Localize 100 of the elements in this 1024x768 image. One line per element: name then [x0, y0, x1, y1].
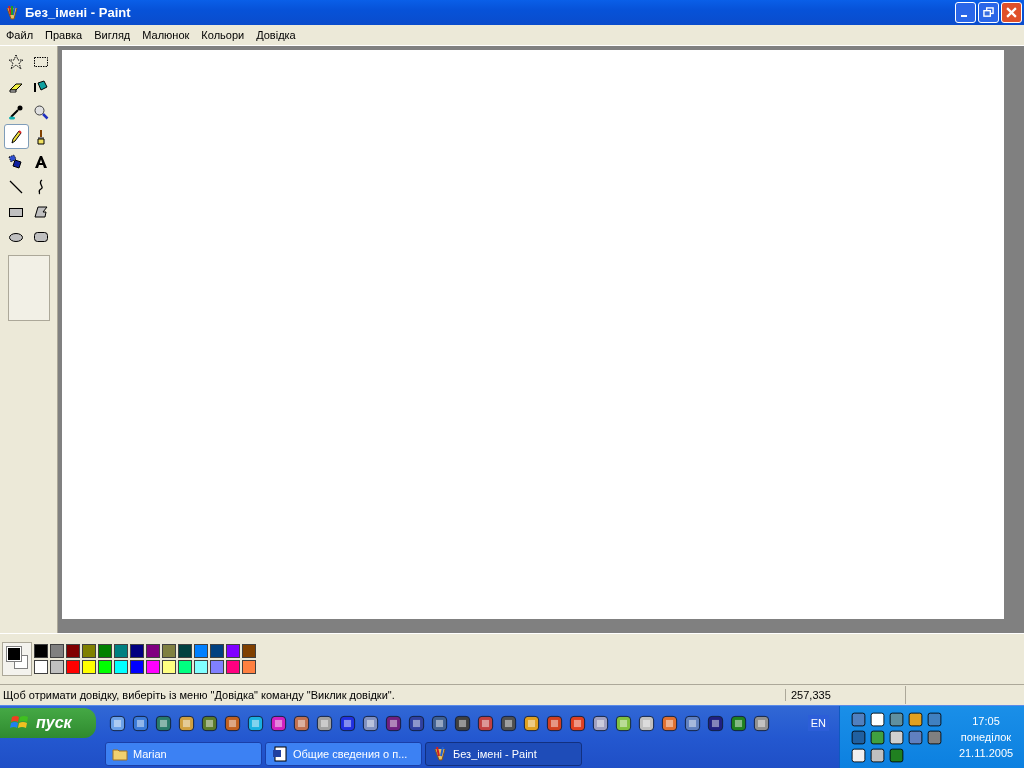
pencil-icon — [8, 128, 24, 145]
app-launcher-icon[interactable] — [154, 713, 173, 733]
app-launcher-icon[interactable] — [591, 713, 610, 733]
diagonal-line-icon — [8, 178, 24, 195]
clock-date: 21.11.2005 — [958, 747, 1014, 759]
app-launcher-icon[interactable] — [430, 713, 449, 733]
app-launcher-icon[interactable] — [453, 713, 472, 733]
tray-icon[interactable] — [869, 710, 886, 728]
app-launcher-icon[interactable] — [315, 713, 334, 733]
language-indicator[interactable]: EN — [807, 715, 829, 731]
app-launcher-icon[interactable] — [223, 713, 242, 733]
palette-color-swatch[interactable] — [114, 644, 128, 658]
palette-color-swatch[interactable] — [130, 644, 144, 658]
paint-bucket-icon — [33, 78, 49, 95]
foreground-color-swatch[interactable] — [7, 647, 21, 661]
dashed-star-icon — [8, 53, 24, 70]
menu-item[interactable]: Малюнок — [136, 29, 196, 41]
close-icon — [1006, 7, 1017, 18]
palette-color-swatch[interactable] — [226, 644, 240, 658]
close-button[interactable] — [1001, 2, 1022, 23]
app-launcher-icon[interactable] — [407, 713, 426, 733]
pencil-tool-button[interactable] — [3, 124, 29, 149]
clock-day: понеділок — [960, 731, 1012, 743]
start-button[interactable]: пуск — [0, 708, 96, 738]
menu-item[interactable]: Довідка — [250, 29, 302, 41]
palette-color-swatch[interactable] — [130, 660, 144, 674]
app-launcher-icon[interactable] — [131, 713, 150, 733]
app-launcher-icon[interactable] — [637, 713, 656, 733]
restore-button[interactable] — [978, 2, 999, 23]
document-icon — [272, 746, 288, 762]
palette-color-swatch[interactable] — [146, 644, 160, 658]
menu-item[interactable]: Вигляд — [88, 29, 137, 41]
taskbar-button[interactable]: Общие сведения о п... — [265, 742, 422, 766]
app-launcher-icon[interactable] — [568, 713, 587, 733]
app-launcher-icon[interactable] — [384, 713, 403, 733]
clock-time: 17:05 — [972, 715, 1000, 727]
palette-color-swatch[interactable] — [66, 660, 80, 674]
palette-color-swatch[interactable] — [226, 660, 240, 674]
tray-icon[interactable] — [907, 710, 924, 728]
palette-color-swatch[interactable] — [210, 660, 224, 674]
tool-options-box — [7, 255, 50, 321]
app-launcher-icon[interactable] — [683, 713, 702, 733]
palette-color-swatch[interactable] — [162, 644, 176, 658]
polygon-icon — [33, 203, 49, 220]
palette-color-swatch[interactable] — [50, 644, 64, 658]
app-launcher-icon[interactable] — [476, 713, 495, 733]
palette-color-swatch[interactable] — [98, 660, 112, 674]
app-launcher-icon[interactable] — [246, 713, 265, 733]
eyedropper-icon — [8, 103, 24, 120]
palette-color-swatch[interactable] — [114, 660, 128, 674]
window-title: Без_імені - Paint — [25, 5, 132, 20]
menu-item[interactable]: Файл — [0, 29, 40, 41]
app-launcher-icon[interactable] — [660, 713, 679, 733]
palette-color-swatch[interactable] — [194, 644, 208, 658]
app-launcher-icon[interactable] — [269, 713, 288, 733]
paint-brushes-icon — [4, 4, 20, 21]
paint-brushes-icon — [432, 746, 448, 762]
minimize-icon — [961, 15, 967, 17]
palette-color-swatch[interactable] — [66, 644, 80, 658]
taskbar-button[interactable]: Без_імені - Paint — [425, 742, 582, 766]
app-launcher-icon[interactable] — [361, 713, 380, 733]
app-launcher-icon[interactable] — [729, 713, 748, 733]
palette-color-swatch[interactable] — [162, 660, 176, 674]
letter-icon — [33, 153, 49, 170]
palette-color-swatch[interactable] — [178, 644, 192, 658]
app-launcher-icon[interactable] — [177, 713, 196, 733]
app-launcher-icon[interactable] — [108, 713, 127, 733]
palette-color-swatch[interactable] — [210, 644, 224, 658]
palette-color-swatch[interactable] — [242, 644, 256, 658]
minimize-button[interactable] — [955, 2, 976, 23]
palette-color-swatch[interactable] — [178, 660, 192, 674]
app-launcher-icon[interactable] — [706, 713, 725, 733]
app-launcher-icon[interactable] — [200, 713, 219, 733]
app-launcher-icon[interactable] — [614, 713, 633, 733]
app-launcher-icon[interactable] — [545, 713, 564, 733]
app-launcher-icon[interactable] — [752, 713, 771, 733]
tray-icon[interactable] — [888, 728, 905, 746]
app-launcher-icon[interactable] — [522, 713, 541, 733]
tray-icon[interactable] — [850, 746, 867, 764]
palette-color-swatch[interactable] — [146, 660, 160, 674]
taskbar-button[interactable]: Marian — [105, 742, 262, 766]
palette-color-swatch[interactable] — [98, 644, 112, 658]
menu-item[interactable]: Правка — [39, 29, 89, 41]
app-launcher-icon[interactable] — [499, 713, 518, 733]
menu-item[interactable]: Кольори — [195, 29, 251, 41]
palette-color-swatch[interactable] — [194, 660, 208, 674]
tray-icon[interactable] — [869, 746, 886, 764]
palette-color-swatch[interactable] — [50, 660, 64, 674]
status-message: Щоб отримати довідку, виберіть із меню "Довідка" команду "Виклик довідки". — [2, 689, 396, 701]
palette-color-swatch[interactable] — [82, 644, 96, 658]
folder-icon — [112, 746, 128, 762]
magnifier-icon — [33, 103, 49, 120]
app-launcher-icon[interactable] — [292, 713, 311, 733]
palette-color-swatch[interactable] — [34, 644, 48, 658]
palette-color-swatch[interactable] — [242, 660, 256, 674]
app-launcher-icon[interactable] — [338, 713, 357, 733]
palette-color-swatch[interactable] — [82, 660, 96, 674]
restore-icon — [983, 7, 994, 18]
palette-color-swatch[interactable] — [34, 660, 48, 674]
cursor-coordinates: 257,335 — [785, 689, 905, 701]
